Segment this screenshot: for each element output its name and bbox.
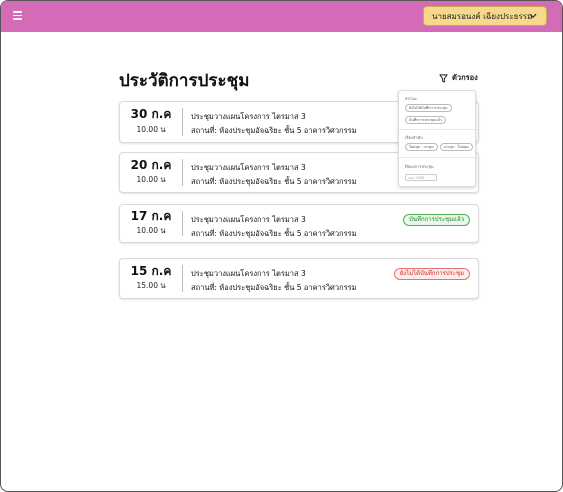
filter-status-title: สถานะ (405, 96, 417, 101)
meeting-title: ประชุมวางแผนโครงการ ไตรมาส 3 (191, 215, 306, 224)
meeting-day: 30 ก.ค (130, 107, 172, 122)
user-menu-button[interactable]: นายสมรอนงค์ เฉียงประธรรม (423, 6, 547, 26)
meeting-title: ประชุมวางแผนโครงการ ไตรมาส 3 (191, 163, 306, 172)
status-badge: ยังไม่ได้บันทึกการประชุม (393, 268, 470, 280)
page-title: ประวัติการประชุม (119, 71, 250, 91)
filter-status-unrecorded[interactable]: ยังไม่ได้บันทึกการประชุม (405, 104, 452, 112)
meeting-title: ประชุมวางแผนโครงการ ไตรมาส 3 (191, 269, 306, 278)
meeting-location: สถานที่: ห้องประชุมอัจฉริยะ ชั้น 5 อาคาร… (191, 229, 357, 238)
meeting-location: สถานที่: ห้องประชุมอัจฉริยะ ชั้น 5 อาคาร… (191, 283, 357, 292)
menu-icon[interactable] (13, 11, 22, 20)
meeting-date: 15 ก.ค 15.00 น (120, 259, 182, 298)
filter-icon (439, 73, 448, 83)
meeting-day: 20 ก.ค (130, 157, 172, 172)
meeting-day: 17 ก.ค (130, 208, 172, 223)
filter-date-title: ปีของการประชุม (405, 164, 434, 169)
status-badge: บันทึกการประชุมแล้ว (403, 214, 470, 226)
card-divider (182, 265, 183, 292)
filter-sort-title: เรียงลำดับ (405, 135, 423, 140)
meeting-day: 15 ก.ค (130, 263, 172, 278)
card-divider (182, 211, 183, 236)
card-divider (182, 108, 183, 136)
app-window: นายสมรอนงค์ เฉียงประธรรม ประวัติการประชุ… (0, 0, 563, 492)
year-input[interactable]: เช่น 2568 (405, 174, 437, 181)
filter-separator (399, 157, 475, 158)
meeting-location: สถานที่: ห้องประชุมอัจฉริยะ ชั้น 5 อาคาร… (191, 177, 357, 186)
meeting-time: 15.00 น (136, 281, 166, 291)
chevron-down-icon (529, 13, 537, 18)
meeting-title: ประชุมวางแผนโครงการ ไตรมาส 3 (191, 112, 306, 121)
meeting-time: 10.00 น (136, 175, 166, 185)
card-divider (182, 159, 183, 186)
meeting-date: 30 ก.ค 10.00 น (120, 102, 182, 142)
meeting-time: 10.00 น (136, 124, 166, 134)
meeting-card[interactable]: 15 ก.ค 15.00 น ประชุมวางแผนโครงการ ไตรมา… (119, 258, 479, 299)
filter-label: ตัวกรอง (452, 73, 478, 82)
meeting-date: 20 ก.ค 10.00 น (120, 153, 182, 192)
meeting-card[interactable]: 17 ก.ค 10.00 น ประชุมวางแผนโครงการ ไตรมา… (119, 204, 479, 243)
top-header: นายสมรอนงค์ เฉียงประธรรม (1, 1, 562, 32)
sort-newest-first[interactable]: ใหม่สุด - เก่าสุด (405, 143, 438, 151)
sort-oldest-first[interactable]: เก่าสุด - ใหม่สุด (440, 143, 473, 151)
meeting-date: 17 ก.ค 10.00 น (120, 205, 182, 242)
filter-separator (399, 129, 475, 130)
user-name: นายสมรอนงค์ เฉียงประธรรม (432, 11, 533, 21)
meeting-time: 10.00 น (136, 226, 166, 236)
filter-button[interactable]: ตัวกรอง (439, 72, 478, 84)
meeting-location: สถานที่: ห้องประชุมอัจฉริยะ ชั้น 5 อาคาร… (191, 126, 357, 135)
filter-panel: สถานะ ยังไม่ได้บันทึกการประชุม บันทึกการ… (398, 90, 476, 187)
filter-status-recorded[interactable]: บันทึกการประชุมแล้ว (405, 116, 446, 124)
